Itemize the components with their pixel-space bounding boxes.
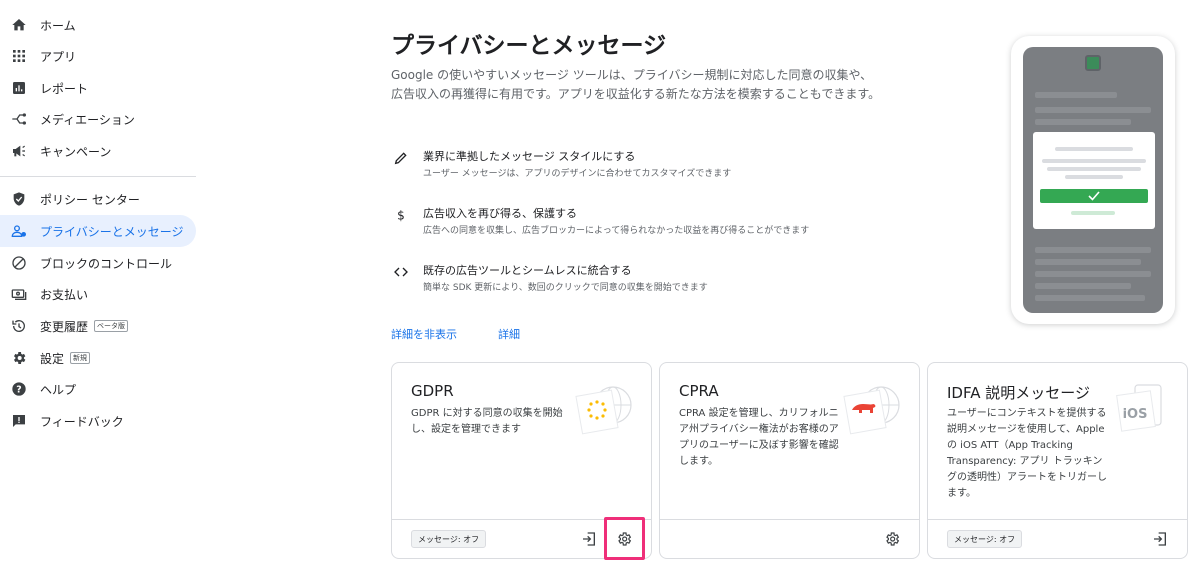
sidebar-item-label: プライバシーとメッセージ (40, 224, 184, 239)
sidebar-divider (0, 176, 196, 177)
gear-icon[interactable] (883, 530, 901, 548)
phone-screen (1023, 47, 1163, 313)
apps-grid-icon (11, 48, 27, 64)
sidebar-item-privacy-messaging[interactable]: プライバシーとメッセージ (0, 215, 196, 247)
card-desc: GDPR に対する同意の収集を開始し、設定を管理できます (411, 408, 563, 435)
feature-desc: 簡単な SDK 更新により、数回のクリックで同意の収集を開始できます (423, 283, 708, 293)
highlight-box (604, 517, 645, 560)
sidebar-item-label: 設定 (40, 351, 65, 366)
cpra-card[interactable]: CPRA CPRA 設定を管理し、カリフォルニア州プライバシー権法がお客様のアプ… (659, 362, 920, 559)
card-title: CPRA (679, 382, 719, 400)
card-footer (660, 519, 919, 558)
sidebar-item-label: ブロックのコントロール (40, 256, 173, 271)
sidebar-item-label: メディエーション (40, 112, 135, 127)
bar-chart-icon (11, 80, 27, 96)
gear-icon (11, 350, 27, 366)
history-icon (11, 318, 27, 334)
feature-desc: ユーザー メッセージは、アプリのデザインに合わせてカスタマイズできます (423, 169, 732, 179)
intro-text: Google の使いやすいメッセージ ツールは、プライバシー規制に対応した同意の… (391, 68, 881, 101)
card-desc: CPRA 設定を管理し、カリフォルニア州プライバシー権法がお客様のアプリのユーザ… (679, 408, 839, 467)
svg-text:$: $ (397, 209, 405, 223)
svg-text:iOS: iOS (1123, 407, 1148, 422)
shield-icon (11, 191, 27, 207)
card-title: GDPR (411, 382, 454, 400)
privacy-user-icon (11, 223, 27, 239)
payments-icon (11, 286, 27, 302)
sidebar-item-label: ポリシー センター (40, 192, 140, 207)
sidebar-item-mediation[interactable]: メディエーション (0, 103, 196, 135)
dollar-icon: $ (391, 205, 411, 225)
sidebar-item-policy-center[interactable]: ポリシー センター (0, 183, 196, 215)
code-icon (391, 262, 411, 282)
eu-stars-icon (575, 383, 633, 435)
card-title: IDFA 説明メッセージ (947, 384, 1090, 402)
sidebar-item-label: お支払い (40, 287, 89, 302)
sidebar-item-label: 変更履歴 (40, 319, 89, 334)
open-icon[interactable] (580, 530, 598, 548)
status-badge: メッセージ: オフ (411, 530, 487, 548)
pencil-icon (391, 148, 411, 168)
idfa-card[interactable]: IDFA 説明メッセージ ユーザーにコンテキストを提供する説明メッセージを使用し… (927, 362, 1188, 559)
sidebar-item-reports[interactable]: レポート (0, 72, 196, 104)
sidebar-item-label: キャンペーン (40, 144, 112, 159)
svg-text:?: ? (16, 384, 21, 395)
sidebar-item-campaigns[interactable]: キャンペーン (0, 135, 196, 167)
new-badge: 新規 (70, 352, 91, 364)
sidebar-item-feedback[interactable]: フィードバック (0, 405, 196, 437)
sidebar-item-label: ヘルプ (40, 382, 77, 397)
sidebar-item-label: アプリ (40, 49, 77, 64)
feature-title: 既存の広告ツールとシームレスに統合する (423, 264, 632, 277)
campaign-icon (11, 143, 27, 159)
hide-details-link[interactable]: 詳細を非表示 (391, 326, 457, 342)
beta-badge: ベータ版 (94, 320, 129, 332)
mediation-icon (11, 111, 27, 127)
card-footer: メッセージ: オフ (928, 519, 1187, 558)
phone-illustration (1011, 36, 1175, 324)
app-icon (1085, 55, 1101, 71)
sidebar-item-label: ホーム (40, 18, 76, 33)
status-badge: メッセージ: オフ (947, 530, 1023, 548)
california-bear-icon (843, 383, 901, 435)
sidebar-item-home[interactable]: ホーム (0, 9, 196, 41)
sidebar-item-label: レポート (40, 81, 89, 96)
details-link[interactable]: 詳細 (498, 326, 520, 342)
feature-desc: 広告への同意を収集し、広告ブロッカーによって得られなかった収益を再び得ることがで… (423, 226, 810, 236)
feedback-icon (11, 413, 27, 429)
feature-title: 業界に準拠したメッセージ スタイルにする (423, 150, 636, 163)
sidebar-item-change-history[interactable]: 変更履歴 ベータ版 (0, 310, 196, 342)
sidebar: ホーム アプリ レポート メディエーション キャンペーン ポリシー センター プ… (0, 0, 200, 567)
consent-dialog-illustration (1033, 132, 1155, 229)
card-desc: ユーザーにコンテキストを提供する説明メッセージを使用して、Apple の iOS… (947, 408, 1107, 499)
help-icon: ? (11, 381, 27, 397)
sidebar-item-label: フィードバック (40, 414, 124, 429)
open-icon[interactable] (1151, 530, 1169, 548)
check-icon (1040, 189, 1148, 203)
feature-title: 広告収入を再び得る、保護する (423, 207, 577, 220)
sidebar-item-blocking-controls[interactable]: ブロックのコントロール (0, 247, 196, 279)
sidebar-item-settings[interactable]: 設定 新規 (0, 342, 196, 374)
sidebar-item-help[interactable]: ? ヘルプ (0, 373, 196, 405)
block-icon (11, 255, 27, 271)
sidebar-item-payments[interactable]: お支払い (0, 278, 196, 310)
sidebar-item-apps[interactable]: アプリ (0, 40, 196, 72)
page-title: プライバシーとメッセージ (391, 33, 667, 59)
home-icon (11, 17, 27, 33)
ios-label-icon: iOS (1111, 383, 1169, 435)
